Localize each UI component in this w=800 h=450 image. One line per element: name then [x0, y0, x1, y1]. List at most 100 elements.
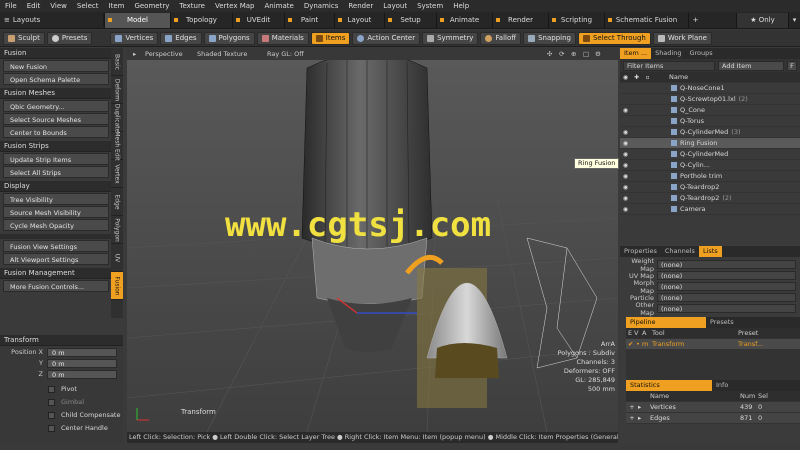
tab-model[interactable]: Model — [104, 12, 170, 28]
tab-channels[interactable]: Channels — [661, 246, 699, 257]
expand-arrow-icon[interactable]: ▸ — [638, 414, 650, 422]
visibility-eye-icon[interactable]: ◉ — [620, 184, 631, 191]
visibility-eye-icon[interactable]: ◉ — [620, 151, 631, 158]
uv-map-dropdown[interactable]: (none) — [657, 271, 796, 280]
tab-schematic-fusion[interactable]: Schematic Fusion — [604, 12, 688, 28]
presets-button[interactable]: Presets — [46, 31, 93, 45]
tree-visibility-button[interactable]: Tree Visibility — [3, 193, 109, 205]
center-handle-checkbox[interactable]: Center Handle — [0, 422, 123, 434]
source-mesh-visibility-button[interactable]: Source Mesh Visibility — [3, 206, 109, 218]
open-schema-palette-button[interactable]: Open Schema Palette — [3, 73, 109, 85]
tab-pipeline[interactable]: Pipeline — [626, 317, 706, 328]
tab-properties[interactable]: Properties — [620, 246, 661, 257]
position-z-field[interactable]: 0 m — [47, 369, 117, 379]
position-x-field[interactable]: 0 m — [47, 347, 117, 357]
select-through-button[interactable]: Select Through — [577, 31, 651, 45]
item-row[interactable]: ◉ Camera — [620, 204, 800, 215]
vtab-vertex[interactable]: Vertex — [111, 160, 123, 188]
new-fusion-button[interactable]: New Fusion — [3, 60, 109, 72]
other-map-dropdown[interactable]: (none) — [657, 304, 796, 313]
vertices-button[interactable]: Vertices — [110, 31, 159, 45]
tab-animate[interactable]: Animate — [436, 12, 492, 28]
position-y-field[interactable]: 0 m — [47, 358, 117, 368]
visibility-eye-icon[interactable]: ◉ — [620, 107, 631, 114]
pipeline-row-transform[interactable]: ✔ • m Transform Transf... — [626, 339, 800, 350]
action-center-button[interactable]: Action Center — [352, 31, 421, 45]
vtab-duplicate[interactable]: Duplicate — [111, 104, 123, 132]
filter-f-button[interactable]: F — [787, 60, 797, 71]
stats-row-vertices[interactable]: + ▸ Vertices 439 0 — [626, 402, 800, 413]
vtab-fusion[interactable]: Fusion — [111, 272, 123, 300]
vtab-mesh-edit[interactable]: Mesh Edit — [111, 131, 123, 161]
item-row[interactable]: ◉ Q_Cone — [620, 105, 800, 116]
layout-dropdown[interactable]: ▾ — [788, 12, 800, 28]
tab-render[interactable]: Render — [492, 12, 548, 28]
tab-presets[interactable]: Presets — [706, 317, 738, 328]
viewport-rotate-icon[interactable]: ⟳ — [559, 49, 564, 59]
select-source-meshes-button[interactable]: Select Source Meshes — [3, 113, 109, 125]
menu-dynamics[interactable]: Dynamics — [299, 2, 344, 10]
view-type-icon[interactable]: ▸ — [133, 49, 136, 59]
symmetry-button[interactable]: Symmetry — [422, 31, 479, 45]
item-row[interactable]: ◉ Q-CylinderMed — [620, 149, 800, 160]
item-row[interactable]: Q-Torus — [620, 116, 800, 127]
menu-render[interactable]: Render — [343, 2, 378, 10]
tab-lists[interactable]: Lists — [698, 246, 722, 257]
items-button[interactable]: Items — [310, 31, 351, 45]
visibility-eye-icon[interactable]: ◉ — [620, 206, 631, 213]
work-plane-button[interactable]: Work Plane — [652, 31, 712, 45]
menu-help[interactable]: Help — [448, 2, 474, 10]
select-all-strips-button[interactable]: Select All Strips — [3, 166, 109, 178]
item-row[interactable]: ◉ Q-Cylin... — [620, 160, 800, 171]
weight-map-dropdown[interactable]: (none) — [657, 260, 796, 269]
viewport-pan-icon[interactable]: ✣ — [547, 49, 552, 59]
tab-topology[interactable]: Topology — [170, 12, 232, 28]
update-strip-items-button[interactable]: Update Strip Items — [3, 153, 109, 165]
edges-button[interactable]: Edges — [160, 31, 202, 45]
stats-row-edges[interactable]: + ▸ Edges 871 0 — [626, 413, 800, 424]
view-type-dropdown[interactable]: Perspective — [145, 49, 183, 59]
only-toggle[interactable]: ★ Only — [736, 12, 788, 28]
tab-layout[interactable]: Layout — [334, 12, 384, 28]
item-row[interactable]: Q-Screwtop01.lxl (2) — [620, 94, 800, 105]
tab-scripting[interactable]: Scripting — [548, 12, 604, 28]
menu-system[interactable]: System — [412, 2, 448, 10]
item-row[interactable]: ◉ Q-Teardrop2 (2) — [620, 193, 800, 204]
visibility-eye-icon[interactable]: ◉ — [620, 162, 631, 169]
cycle-mesh-opacity-button[interactable]: Cycle Mesh Opacity — [3, 219, 109, 231]
visibility-eye-icon[interactable]: ◉ — [620, 195, 631, 202]
menu-select[interactable]: Select — [72, 2, 104, 10]
menu-edit[interactable]: Edit — [22, 2, 46, 10]
tab-info[interactable]: Info — [712, 380, 732, 391]
tab-paint[interactable]: Paint — [284, 12, 334, 28]
layouts-menu[interactable]: ≡ Layouts — [0, 13, 104, 27]
add-item-dropdown[interactable]: Add Item — [718, 60, 784, 71]
menu-view[interactable]: View — [45, 2, 72, 10]
alt-viewport-settings-button[interactable]: Alt Viewport Settings — [3, 253, 109, 265]
item-row[interactable]: Q-NoseCone1 — [620, 83, 800, 94]
falloff-button[interactable]: Falloff — [480, 31, 522, 45]
item-row[interactable]: ◉ Ring Fusion — [620, 138, 800, 149]
tab-setup[interactable]: Setup — [384, 12, 436, 28]
tab-shading[interactable]: Shading — [651, 48, 685, 59]
viewport-settings-icon[interactable]: ⚙ — [595, 49, 601, 59]
snapping-button[interactable]: Snapping — [523, 31, 576, 45]
shading-dropdown[interactable]: Shaded Texture — [197, 49, 247, 59]
menu-file[interactable]: File — [0, 2, 22, 10]
menu-vertex-map[interactable]: Vertex Map — [210, 2, 260, 10]
fusion-view-settings-button[interactable]: Fusion View Settings — [3, 240, 109, 252]
visibility-eye-icon[interactable]: ◉ — [620, 173, 631, 180]
particle-dropdown[interactable]: (none) — [657, 293, 796, 302]
tab-statistics[interactable]: Statistics — [626, 380, 712, 391]
plus-icon[interactable]: + — [626, 414, 638, 422]
item-row[interactable]: ◉ Q-CylinderMed (3) — [620, 127, 800, 138]
menu-layout[interactable]: Layout — [378, 2, 412, 10]
qbic-geometry-button[interactable]: Qbic Geometry... — [3, 100, 109, 112]
vtab-uv[interactable]: UV — [111, 244, 123, 272]
pivot-checkbox[interactable]: Pivot — [0, 383, 123, 395]
center-to-bounds-button[interactable]: Center to Bounds — [3, 126, 109, 138]
vtab-polygon[interactable]: Polygon — [111, 216, 123, 244]
sculpt-button[interactable]: Sculpt — [3, 31, 45, 45]
vtab-edge[interactable]: Edge — [111, 188, 123, 216]
more-fusion-controls-button[interactable]: More Fusion Controls... — [3, 280, 109, 292]
